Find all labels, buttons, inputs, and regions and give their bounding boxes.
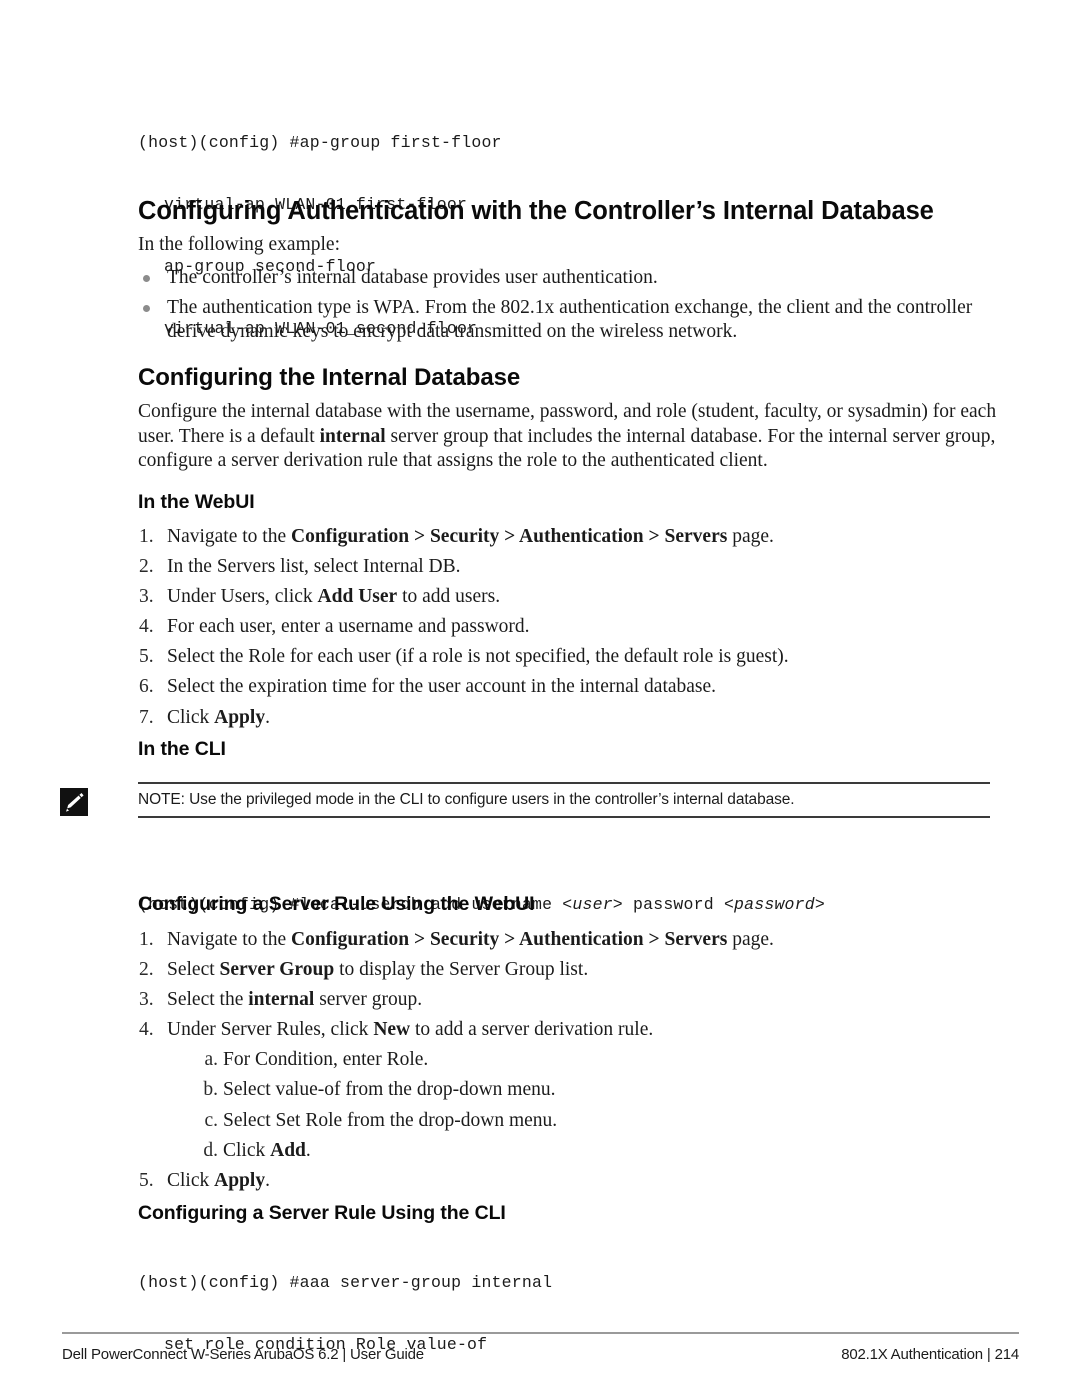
list-item: a. For Condition, enter Role. bbox=[194, 1048, 1018, 1073]
list-item-label: The controller’s internal database provi… bbox=[167, 267, 658, 288]
substep-text-pre: Select value-of from the drop-down menu. bbox=[223, 1079, 556, 1101]
list-item: The authentication type is WPA. From the… bbox=[138, 296, 1018, 345]
step-text-post: to display the Server Group list. bbox=[334, 959, 589, 981]
heading-in-the-cli: In the CLI bbox=[138, 738, 226, 760]
paragraph-bold-internal: internal bbox=[319, 425, 386, 447]
step-text-pre: Under Server Rules, click bbox=[167, 1019, 374, 1041]
step-text-pre: Select the bbox=[167, 989, 249, 1011]
step-text-post: page. bbox=[727, 929, 774, 950]
heading-server-rule-webui: Configuring a Server Rule Using the WebU… bbox=[138, 893, 535, 915]
substep-text-pre: For Condition, enter Role. bbox=[223, 1049, 429, 1071]
server-rule-webui-steps: 1. Navigate to the Configuration > Secur… bbox=[138, 928, 1018, 1199]
page-footer: Dell PowerConnect W-Series ArubaOS 6.2 |… bbox=[62, 1345, 1019, 1364]
step-text-post: page. bbox=[727, 526, 774, 547]
step-text-pre: For each user, enter a username and pass… bbox=[167, 616, 530, 638]
footer-divider bbox=[62, 1332, 1019, 1334]
step-text-bold: Apply bbox=[214, 706, 266, 728]
list-item: The controller’s internal database provi… bbox=[138, 266, 1018, 291]
internal-database-paragraph: Configure the internal database with the… bbox=[138, 400, 1010, 474]
step-text-pre: Select bbox=[167, 959, 220, 981]
webui-steps-list: 1. Navigate to the Configuration > Secur… bbox=[138, 525, 1018, 736]
heading-in-the-webui: In the WebUI bbox=[138, 491, 255, 513]
list-item: 3. Under Users, click Add User to add us… bbox=[138, 585, 1018, 610]
step-marker: 3. bbox=[139, 989, 154, 1011]
bullet-icon bbox=[143, 275, 150, 282]
step-text-pre: Navigate to the bbox=[167, 526, 291, 547]
list-item: 7. Click Apply. bbox=[138, 706, 1018, 731]
list-item: 5. Select the Role for each user (if a r… bbox=[138, 645, 1018, 670]
substep-text-post: . bbox=[305, 1139, 311, 1161]
step-marker: 5. bbox=[139, 646, 154, 668]
list-item: 2. In the Servers list, select Internal … bbox=[138, 555, 1018, 580]
step-text-post: . bbox=[265, 1169, 270, 1191]
step-text-pre: Select the expiration time for the user … bbox=[167, 676, 717, 698]
step-text-bold: Configuration > Security > Authenticatio… bbox=[291, 526, 728, 547]
step-text-pre: Click bbox=[167, 706, 215, 728]
list-item: 5. Click Apply. bbox=[138, 1169, 1018, 1194]
list-item: c. Select Set Role from the drop-down me… bbox=[194, 1109, 1018, 1134]
step-text-bold: Add User bbox=[317, 586, 398, 608]
step-text-pre: Under Users, click bbox=[167, 586, 318, 608]
list-item: 2. Select Server Group to display the Se… bbox=[138, 958, 1018, 983]
list-item: 1. Navigate to the Configuration > Secur… bbox=[138, 928, 1018, 953]
step-text-bold: internal bbox=[248, 989, 315, 1011]
step-text-post: . bbox=[265, 706, 270, 728]
step-marker: 1. bbox=[139, 929, 154, 950]
list-item: b. Select value-of from the drop-down me… bbox=[194, 1078, 1018, 1103]
step-text-pre: In the Servers list, select Internal DB. bbox=[167, 556, 461, 578]
note-body: NOTE: Use the privileged mode in the CLI… bbox=[138, 782, 990, 818]
step-text-bold: Server Group bbox=[219, 959, 335, 981]
list-item-label: The authentication type is WPA. From the… bbox=[167, 296, 973, 343]
list-item: d. Click Add. bbox=[194, 1139, 1018, 1164]
substep-marker: b. bbox=[203, 1079, 218, 1101]
list-item: 3. Select the internal server group. bbox=[138, 988, 1018, 1013]
note-callout: NOTE: Use the privileged mode in the CLI… bbox=[60, 782, 1018, 818]
step-text-bold: Configuration > Security > Authenticatio… bbox=[291, 929, 728, 950]
heading-configuring-internal-database: Configuring the Internal Database bbox=[138, 364, 521, 391]
list-item: 6. Select the expiration time for the us… bbox=[138, 675, 1018, 700]
step-text-pre: Navigate to the bbox=[167, 929, 291, 950]
step-text-post: server group. bbox=[314, 989, 423, 1011]
step-marker: 5. bbox=[139, 1169, 154, 1191]
step-text-bold: New bbox=[373, 1019, 411, 1041]
substep-marker: c. bbox=[204, 1109, 218, 1131]
server-rule-cli-code: (host)(config) #aaa server-group interna… bbox=[138, 1232, 1018, 1397]
intro-paragraph: In the following example: bbox=[138, 234, 340, 255]
step-marker: 6. bbox=[139, 676, 154, 698]
footer-left-text: Dell PowerConnect W-Series ArubaOS 6.2 |… bbox=[62, 1346, 424, 1363]
substep-marker: a. bbox=[204, 1049, 218, 1071]
step-text-post: to add a server derivation rule. bbox=[410, 1019, 654, 1041]
list-item: 1. Navigate to the Configuration > Secur… bbox=[138, 525, 1018, 550]
step-marker: 3. bbox=[139, 586, 154, 608]
substep-text-bold: Add bbox=[270, 1139, 306, 1161]
server-rule-substeps: a. For Condition, enter Role. b. Select … bbox=[167, 1048, 1018, 1163]
list-item: 4. Under Server Rules, click New to add … bbox=[138, 1018, 1018, 1163]
step-text-post: to add users. bbox=[397, 586, 501, 608]
example-bullet-list: The controller’s internal database provi… bbox=[138, 266, 1018, 350]
step-marker: 7. bbox=[139, 706, 154, 728]
heading-server-rule-cli: Configuring a Server Rule Using the CLI bbox=[138, 1202, 506, 1224]
code-line: (host)(config) #ap-group first-floor bbox=[138, 133, 502, 153]
step-marker: 4. bbox=[139, 616, 154, 638]
step-text-bold: Apply bbox=[214, 1169, 266, 1191]
step-text-pre: Click bbox=[167, 1169, 215, 1191]
substep-text-pre: Select Set Role from the drop-down menu. bbox=[223, 1109, 558, 1131]
note-pencil-icon bbox=[60, 788, 88, 816]
substep-marker: d. bbox=[203, 1139, 218, 1161]
step-marker: 2. bbox=[139, 556, 154, 578]
list-item: 4. For each user, enter a username and p… bbox=[138, 615, 1018, 640]
footer-right-text: 802.1X Authentication | 214 bbox=[841, 1346, 1019, 1363]
step-marker: 1. bbox=[139, 526, 154, 547]
code-line: (host)(config) #aaa server-group interna… bbox=[138, 1273, 553, 1293]
note-text: NOTE: Use the privileged mode in the CLI… bbox=[138, 791, 795, 808]
document-page: (host)(config) #ap-group first-floor vir… bbox=[0, 0, 1080, 1397]
bullet-icon bbox=[143, 304, 150, 312]
step-text-pre: Select the Role for each user (if a role… bbox=[167, 646, 789, 668]
step-marker: 2. bbox=[139, 959, 154, 981]
heading-configuring-authentication: Configuring Authentication with the Cont… bbox=[138, 197, 934, 225]
substep-text-pre: Click bbox=[223, 1139, 271, 1161]
step-marker: 4. bbox=[139, 1019, 154, 1041]
